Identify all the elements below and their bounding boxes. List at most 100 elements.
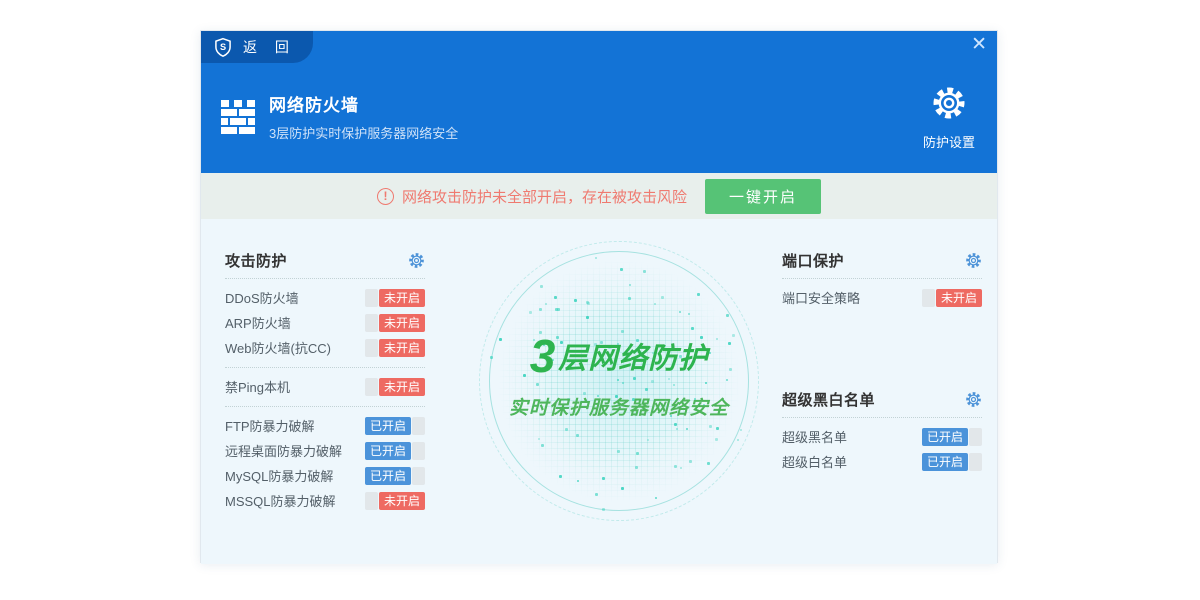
gear-icon[interactable] [965,252,982,269]
divider [225,278,425,279]
protection-label: 端口安全策略 [782,291,861,306]
protection-row: DDoS防火墙 未开启 [225,285,425,310]
toggle-track [412,416,425,435]
toggle-track [412,441,425,460]
close-icon[interactable]: ✕ [971,34,987,56]
toggle-track [364,377,378,396]
header-main: 网络防火墙 3层防护实时保护服务器网络安全 [217,91,458,142]
shield-logo-icon: S [215,37,231,57]
globe-subline: 实时保护服务器网络安全 [508,398,729,419]
protection-toggle[interactable]: 未开启 [921,288,982,307]
status-badge: 已开启 [364,466,411,485]
protection-toggle[interactable]: 未开启 [364,313,425,332]
protection-label: 超级黑名单 [782,430,848,445]
section-header: 端口保护 [782,249,982,271]
toggle-track [364,338,378,357]
section-title: 攻击防护 [225,252,288,270]
back-label: 返 回 [243,39,296,55]
protection-row: 超级黑名单 已开启 [782,424,982,449]
protection-label: FTP防暴力破解 [225,419,315,434]
gear-icon[interactable] [408,252,425,269]
protection-row: 远程桌面防暴力破解 已开启 [225,438,425,463]
protection-row: 超级白名单 已开启 [782,449,982,474]
toggle-track [921,288,935,307]
blackwhite-list: 超级黑名单 已开启 超级白名单 已开启 [782,424,982,474]
protection-label: 超级白名单 [782,455,848,470]
alert-message: 网络攻击防护未全部开启，存在被攻击风险 [401,188,687,206]
protection-row: 端口安全策略 未开启 [782,285,982,310]
protection-toggle[interactable]: 已开启 [921,427,982,446]
attack-list-3: FTP防暴力破解 已开启 远程桌面防暴力破解 已开启 MySQL防暴力破解 已开启 MSSQ… [225,413,425,513]
gear-icon [933,87,965,119]
status-badge: 未开启 [378,377,425,396]
section-header: 超级黑白名单 [782,388,982,410]
headline-text: 层网络防护 [558,343,709,375]
right-column: 端口保护 端口安全策略 未开启 超级黑白名单 超级黑名单 已开启 超级白名单 已… [782,249,982,474]
protection-row: FTP防暴力破解 已开启 [225,413,425,438]
protection-label: 禁Ping本机 [225,380,291,395]
globe-headline: 3层网络防护 [479,329,759,383]
protection-row: ARP防火墙 未开启 [225,310,425,335]
svg-text:S: S [220,42,226,52]
protection-toggle[interactable]: 已开启 [364,466,425,485]
attack-protection-section: 攻击防护 DDoS防火墙 未开启 ARP防火墙 未开启 Web防火墙(抗CC) 未开启 禁… [225,249,425,513]
status-badge: 未开启 [378,288,425,307]
blackwhite-section: 超级黑白名单 超级黑名单 已开启 超级白名单 已开启 [782,388,982,474]
status-badge: 已开启 [364,441,411,460]
attack-list-1: DDoS防火墙 未开启 ARP防火墙 未开启 Web防火墙(抗CC) 未开启 [225,285,425,360]
toggle-track [364,313,378,332]
back-button[interactable]: S 返 回 [201,31,313,63]
section-title: 端口保护 [782,252,845,270]
alert-banner: ! 网络攻击防护未全部开启，存在被攻击风险 一键开启 [201,173,997,219]
divider [782,278,982,279]
divider [225,367,425,368]
page-title: 网络防火墙 [269,96,359,115]
status-badge: 已开启 [921,427,968,446]
protection-toggle[interactable]: 已开启 [364,416,425,435]
gear-icon[interactable] [965,391,982,408]
protection-label: DDoS防火墙 [225,291,299,306]
port-protection-section: 端口保护 端口安全策略 未开启 [782,249,982,310]
toggle-track [969,452,982,471]
attack-list-2: 禁Ping本机 未开启 [225,374,425,399]
globe-caption: 3层网络防护 实时保护服务器网络安全 [479,329,759,420]
main-content: 3层网络防护 实时保护服务器网络安全 攻击防护 DDoS防火墙 未开启 ARP防火墙… [201,219,997,564]
port-list: 端口安全策略 未开启 [782,285,982,310]
protection-label: MSSQL防暴力破解 [225,494,336,509]
status-badge: 未开启 [378,338,425,357]
settings-label: 防护设置 [922,135,975,150]
globe-graphic: 3层网络防护 实时保护服务器网络安全 [479,241,759,521]
status-badge: 未开启 [378,313,425,332]
status-badge: 未开启 [935,288,982,307]
protection-toggle[interactable]: 已开启 [921,452,982,471]
protection-label: ARP防火墙 [225,316,291,331]
section-title: 超级黑白名单 [782,391,876,409]
protection-toggle[interactable]: 未开启 [364,491,425,510]
section-header: 攻击防护 [225,249,425,271]
firewall-brick-icon [221,99,255,134]
protection-toggle[interactable]: 未开启 [364,377,425,396]
protection-label: 远程桌面防暴力破解 [225,444,343,459]
divider [782,417,982,418]
protection-row: MSSQL防暴力破解 未开启 [225,488,425,513]
protection-toggle[interactable]: 已开启 [364,441,425,460]
protection-toggle[interactable]: 未开启 [364,288,425,307]
toggle-track [969,427,982,446]
header-titles: 网络防火墙 3层防护实时保护服务器网络安全 [269,91,458,142]
enable-all-button[interactable]: 一键开启 [705,178,822,214]
protection-label: MySQL防暴力破解 [225,469,334,484]
status-badge: 未开启 [378,491,425,510]
toggle-track [364,491,378,510]
divider [225,406,425,407]
protection-row: Web防火墙(抗CC) 未开启 [225,335,425,360]
status-badge: 已开启 [364,416,411,435]
status-badge: 已开启 [921,452,968,471]
protection-settings-button[interactable]: 防护设置 [923,85,975,151]
protection-label: Web防火墙(抗CC) [225,341,331,356]
warning-icon: ! [376,187,394,205]
protection-toggle[interactable]: 未开启 [364,338,425,357]
toggle-track [364,288,378,307]
page-subtitle: 3层防护实时保护服务器网络安全 [269,126,459,141]
headline-number: 3 [529,330,557,382]
protection-row: MySQL防暴力破解 已开启 [225,463,425,488]
